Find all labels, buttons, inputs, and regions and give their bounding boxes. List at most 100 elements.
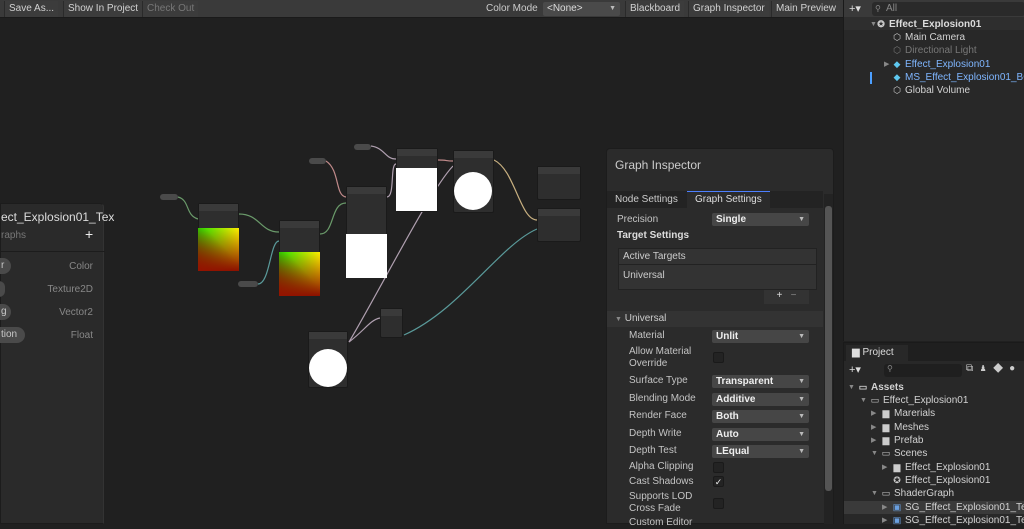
vertex-block[interactable] — [537, 166, 581, 200]
item-label: Assets — [871, 382, 904, 393]
property-node[interactable] — [309, 158, 326, 164]
hierarchy-panel: +▾ ⚲ All ▼ ✪ Effect_Explosion01 ⬡ Main Camer… — [843, 0, 1024, 341]
tree-item[interactable]: ▼ ▭ Scenes — [871, 447, 927, 460]
edge — [493, 159, 538, 221]
universal-section-header[interactable]: ▼ Universal — [607, 311, 823, 327]
blackboard-toggle[interactable]: Blackboard — [625, 1, 685, 17]
add-target-button[interactable]: + — [776, 290, 782, 301]
blending-mode-label: Blending Mode — [629, 393, 696, 404]
edge — [403, 228, 538, 336]
edge — [370, 145, 397, 160]
property-name: r — [1, 260, 5, 271]
create-button[interactable]: +▾ — [849, 363, 861, 376]
show-in-project-button[interactable]: Show In Project — [63, 1, 143, 17]
color-mode-select[interactable]: <None> ▼ — [543, 2, 620, 16]
tree-item[interactable]: ▶ ▣ SG_Effect_Explosion01_Tex — [882, 514, 1024, 527]
tree-item[interactable]: ✪ Effect_Explosion01 — [892, 474, 990, 487]
tree-item[interactable]: ▶ ▆ Prefab — [871, 434, 924, 447]
tree-item[interactable]: ▶ ▆ Effect_Explosion01 — [882, 461, 991, 474]
item-label: Meshes — [894, 422, 930, 433]
tab-project[interactable]: ▆ Project — [846, 345, 908, 361]
material-select[interactable]: Unlit ▼ — [712, 330, 809, 343]
project-search[interactable]: ⚲ — [884, 364, 962, 377]
folder-open-icon: ▭ — [870, 395, 880, 405]
fragment-block[interactable] — [537, 208, 581, 242]
item-label: Effect_Explosion01 — [883, 395, 969, 406]
scrollbar[interactable] — [824, 194, 833, 524]
project-toolbar-icons[interactable]: ⧉♟◆● — [966, 363, 1021, 374]
lod-crossfade-label-2: Cross Fade — [629, 503, 681, 514]
property-pill[interactable]: tion — [0, 327, 25, 343]
cast-shadows-checkbox[interactable]: ✓ — [713, 476, 724, 487]
target-item-universal[interactable]: Universal — [619, 265, 816, 286]
node-preview — [309, 349, 347, 387]
edge — [386, 163, 397, 198]
edge — [348, 317, 381, 343]
split-node[interactable] — [380, 308, 403, 338]
depth-test-select[interactable]: LEqual ▼ — [712, 445, 809, 458]
allow-override-label-2: Override — [629, 358, 668, 369]
surface-type-select[interactable]: Transparent ▼ — [712, 375, 809, 388]
folder-icon: ▆ — [882, 408, 890, 418]
surface-type-label: Surface Type — [629, 375, 688, 386]
material-label: Material — [629, 330, 665, 341]
tree-item[interactable]: ▼ ▭ Assets — [848, 381, 904, 394]
hierarchy-item[interactable]: ◆ MS_Effect_Explosion01_BG — [892, 71, 1024, 84]
hierarchy-item[interactable]: ⬡ Global Volume — [892, 84, 970, 97]
color-mode-label: Color Mode — [486, 3, 538, 14]
render-face-select[interactable]: Both ▼ — [712, 410, 809, 423]
property-pill[interactable]: g — [0, 304, 11, 320]
lod-crossfade-checkbox[interactable] — [713, 498, 724, 509]
property-name: g — [1, 306, 7, 317]
tree-item[interactable]: ▼ ▭ ShaderGraph — [871, 487, 955, 500]
hierarchy-item-scene[interactable]: ▼ ✪ Effect_Explosion01 — [870, 18, 981, 31]
chevron-down-icon: ▼ — [609, 5, 616, 12]
property-node[interactable] — [160, 194, 178, 200]
tree-item[interactable]: ▼ ▭ Effect_Explosion01 — [860, 394, 969, 407]
property-pill[interactable]: r — [0, 258, 11, 274]
depth-write-value: Auto — [716, 429, 739, 440]
graph-inspector-toggle[interactable]: Graph Inspector — [688, 1, 769, 17]
blackboard-panel: ect_Explosion01_Tex raphs + r Color Text… — [0, 203, 114, 524]
create-button[interactable]: +▾ — [849, 2, 861, 15]
tab-graph-settings[interactable]: Graph Settings — [687, 191, 770, 208]
save-as-button[interactable]: Save As... — [4, 1, 59, 17]
folder-open-icon: ▭ — [881, 448, 891, 458]
property-node[interactable] — [354, 144, 371, 150]
hierarchy-item[interactable]: ⬡ Directional Light — [892, 44, 977, 57]
gameobject-icon: ⬡ — [893, 45, 901, 55]
hierarchy-item[interactable]: ⬡ Main Camera — [892, 31, 965, 44]
prefab-icon: ◆ — [893, 59, 901, 69]
depth-write-select[interactable]: Auto ▼ — [712, 428, 809, 441]
main-preview-toggle[interactable]: Main Preview — [771, 1, 841, 17]
shadergraph-icon: ▣ — [892, 515, 902, 525]
alpha-clipping-checkbox[interactable] — [713, 462, 724, 473]
project-panel: ▆ Project +▾ ⚲ ⧉♟◆● ▼ ▭ Assets ▼ ▭ Effect_Ex… — [843, 342, 1024, 527]
edge — [325, 160, 347, 198]
tree-item-selected[interactable]: ▶ ▣ SG_Effect_Explosion01_Tex — [882, 501, 1024, 514]
depth-test-label: Depth Test — [629, 445, 677, 456]
tree-item[interactable]: ▶ ▆ Marerials — [871, 407, 935, 420]
precision-value: Single — [716, 214, 747, 225]
property-pill[interactable] — [0, 281, 5, 297]
add-property-button[interactable]: + — [85, 226, 93, 242]
hierarchy-item[interactable]: ▶ ◆ Effect_Explosion01 — [884, 58, 990, 71]
tree-item[interactable]: ▶ ▆ Meshes — [871, 421, 930, 434]
item-label: Global Volume — [905, 85, 971, 96]
allow-override-checkbox[interactable] — [713, 352, 724, 363]
remove-target-button[interactable]: − — [791, 290, 797, 301]
tab-node-settings[interactable]: Node Settings — [607, 191, 687, 208]
item-label: ShaderGraph — [894, 488, 955, 499]
active-targets-header: Active Targets — [619, 249, 816, 265]
gameobject-icon: ⬡ — [893, 32, 901, 42]
hierarchy-search[interactable]: ⚲ All — [872, 2, 1024, 16]
item-label: Effect_Explosion01 — [905, 462, 991, 473]
precision-select[interactable]: Single ▼ — [712, 213, 809, 226]
folder-open-icon: ▭ — [881, 488, 891, 498]
property-node[interactable] — [238, 281, 258, 287]
check-out-button[interactable]: Check Out — [142, 1, 199, 17]
blending-mode-select[interactable]: Additive ▼ — [712, 393, 809, 406]
item-label: Prefab — [894, 435, 924, 446]
item-label: Main Camera — [905, 32, 966, 43]
item-label: Directional Light — [905, 45, 977, 56]
